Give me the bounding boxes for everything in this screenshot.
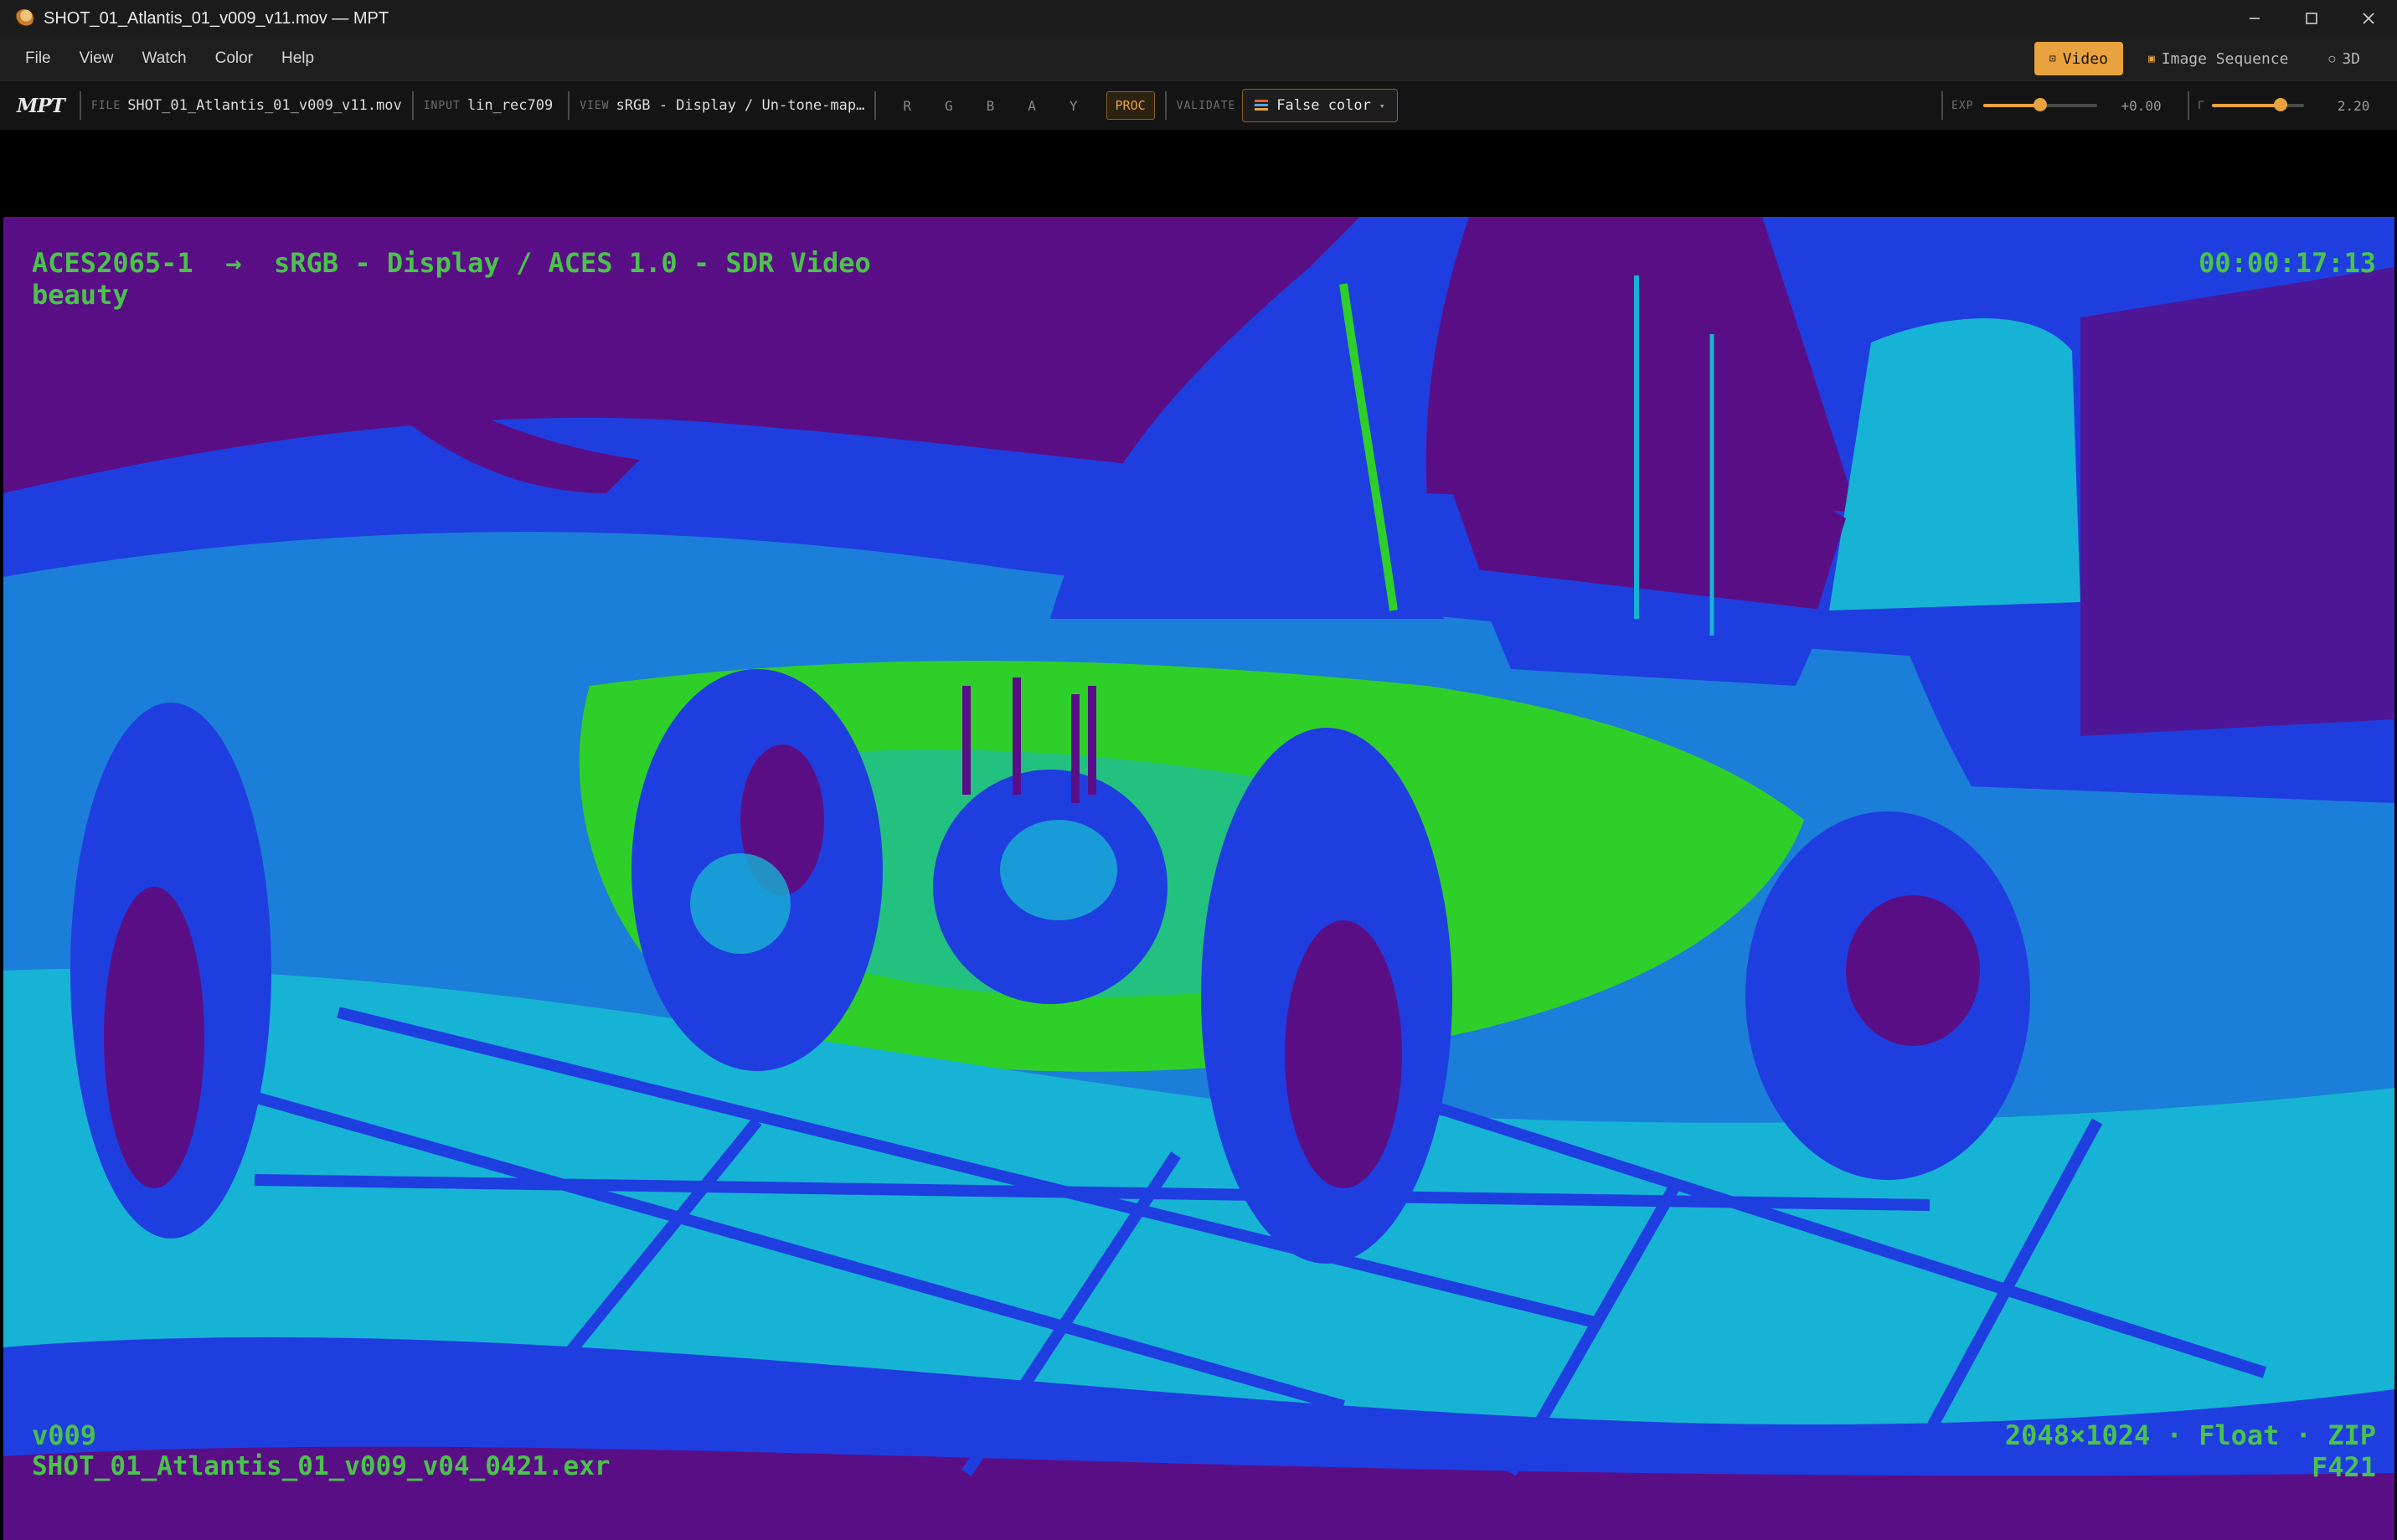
validate-label: VALIDATE	[1176, 99, 1236, 112]
mode-3d-button[interactable]: ○ 3D	[2313, 42, 2375, 75]
input-label: INPUT	[423, 99, 461, 112]
window-controls	[2226, 0, 2397, 37]
channel-r-button[interactable]: R	[903, 98, 911, 114]
close-icon	[2363, 13, 2374, 24]
chevron-down-icon: ▾	[1379, 100, 1385, 111]
menu-help[interactable]: Help	[278, 44, 317, 73]
viewer-toolbar: MPT FILE SHOT_01_Atlantis_01_v009_v11.mo…	[0, 80, 2397, 131]
mode-video-button[interactable]: ⊡ Video	[2034, 42, 2123, 75]
swatch-stripe	[1255, 108, 1269, 111]
false-color-image	[3, 217, 2394, 1540]
menu-file[interactable]: File	[22, 44, 54, 73]
file-value[interactable]: SHOT_01_Atlantis_01_v009_v11.mov	[127, 97, 402, 114]
channel-b-button[interactable]: B	[987, 98, 995, 114]
image-viewer[interactable]: ACES2065-1 → sRGB - Display / ACES 1.0 -…	[0, 130, 2397, 1540]
input-colorspace-select[interactable]: lin_rec709	[467, 97, 553, 114]
mpt-logo: MPT	[17, 94, 65, 117]
exposure-label: EXP	[1951, 99, 1974, 112]
false-color-dropdown[interactable]: False color ▾	[1242, 89, 1398, 122]
mode-switcher: ⊡ Video ▣ Image Sequence ○ 3D	[2034, 42, 2375, 75]
mode-video-label: Video	[2062, 49, 2108, 68]
image-sequence-icon: ▣	[2147, 52, 2155, 65]
timecode-overlay: 00:00:17:13	[2199, 247, 2376, 279]
divider	[79, 91, 81, 120]
divider	[1164, 91, 1167, 120]
window-title: SHOT_01_Atlantis_01_v009_v11.mov — MPT	[44, 8, 389, 28]
gamma-slider-handle[interactable]	[2274, 98, 2288, 111]
divider	[568, 91, 570, 120]
exposure-slider-handle[interactable]	[2034, 98, 2048, 111]
exposure-slider[interactable]	[1983, 98, 2098, 111]
menu-view[interactable]: View	[76, 44, 117, 73]
menu-bar: File View Watch Color Help ⊡ Video ▣ Ima…	[0, 37, 2397, 80]
app-icon	[15, 9, 34, 28]
frame-filename-overlay: SHOT_01_Atlantis_01_v009_v04_0421.exr	[32, 1451, 611, 1481]
minimize-button[interactable]	[2226, 0, 2283, 37]
gamma-control: Γ 2.20	[2188, 81, 2369, 130]
close-button[interactable]	[2340, 0, 2397, 37]
color-transform-overlay: ACES2065-1 → sRGB - Display / ACES 1.0 -…	[32, 247, 871, 279]
exposure-value: +0.00	[2121, 97, 2162, 114]
channel-y-button[interactable]: Y	[1070, 98, 1078, 114]
frame-number-overlay: F421	[2311, 1451, 2376, 1483]
mode-3d-label: 3D	[2342, 49, 2360, 68]
view-transform-select[interactable]: sRGB - Display / Un-tone-map…	[616, 97, 865, 114]
false-color-frame[interactable]: ACES2065-1 → sRGB - Display / ACES 1.0 -…	[3, 217, 2394, 1540]
exposure-slider-fill	[1983, 104, 2041, 107]
gamma-slider-fill	[2211, 104, 2281, 107]
channel-a-button[interactable]: A	[1028, 98, 1036, 114]
title-bar: SHOT_01_Atlantis_01_v009_v11.mov — MPT	[0, 0, 2397, 37]
gamma-label: Γ	[2198, 99, 2205, 112]
false-color-swatch-icon	[1255, 100, 1269, 111]
channel-g-button[interactable]: G	[945, 98, 953, 114]
maximize-icon	[2306, 13, 2317, 24]
exposure-control: EXP +0.00	[1941, 81, 2162, 130]
mode-image-sequence-label: Image Sequence	[2161, 49, 2289, 68]
menu-watch[interactable]: Watch	[138, 44, 189, 73]
false-color-label: False color	[1276, 97, 1371, 114]
divider	[1941, 91, 1943, 120]
3d-icon: ○	[2328, 52, 2336, 65]
view-label: VIEW	[580, 99, 610, 112]
divider	[2188, 91, 2189, 120]
swatch-stripe	[1255, 104, 1269, 106]
video-icon: ⊡	[2049, 52, 2056, 65]
gamma-slider[interactable]	[2211, 98, 2304, 111]
version-overlay: v009	[32, 1419, 97, 1451]
format-overlay: 2048×1024 · Float · ZIP	[2004, 1419, 2376, 1451]
minimize-icon	[2250, 18, 2260, 19]
maximize-button[interactable]	[2283, 0, 2340, 37]
menu-color[interactable]: Color	[212, 44, 256, 73]
gamma-value: 2.20	[2337, 97, 2370, 114]
mode-image-sequence-button[interactable]: ▣ Image Sequence	[2133, 42, 2304, 75]
proc-toggle[interactable]: PROC	[1106, 91, 1155, 120]
file-label: FILE	[90, 99, 121, 112]
layer-overlay: beauty	[32, 279, 129, 311]
divider	[411, 91, 414, 120]
swatch-stripe	[1255, 100, 1269, 102]
divider	[874, 91, 877, 120]
